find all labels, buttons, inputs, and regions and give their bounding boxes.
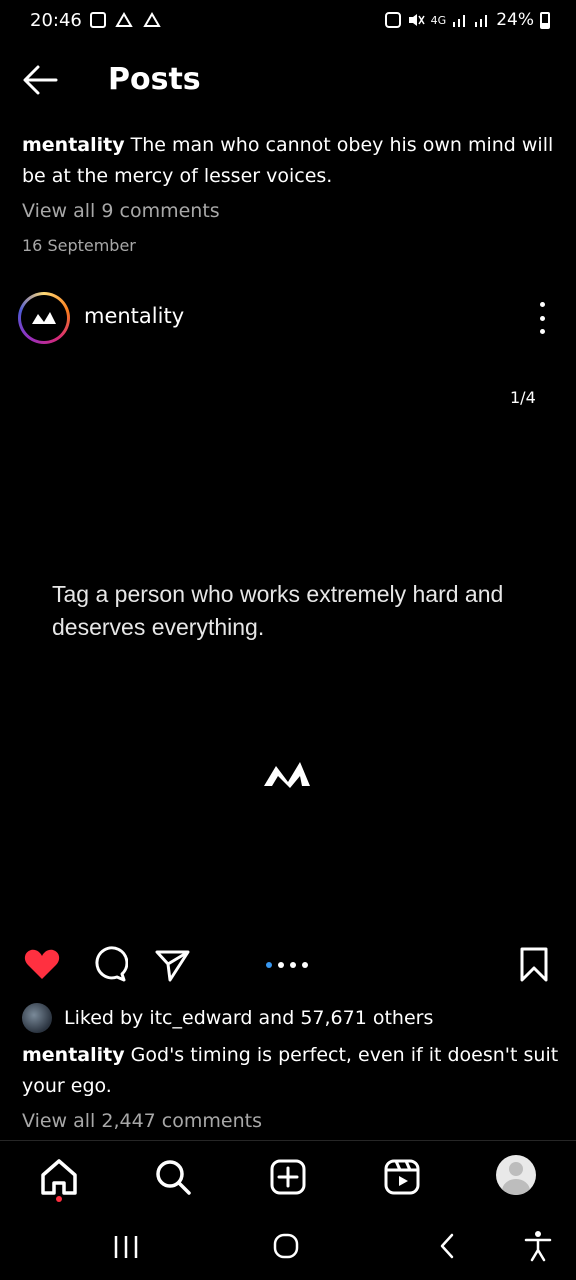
- post-date: 16 September: [22, 236, 136, 255]
- more-dot-icon: [539, 329, 545, 334]
- share-button[interactable]: [152, 944, 196, 988]
- home-button[interactable]: [266, 1228, 306, 1264]
- like-button[interactable]: [22, 944, 66, 988]
- liked-by-middle: and: [252, 1007, 301, 1029]
- status-right: 4G 24%: [384, 10, 550, 30]
- cloud-icon: [143, 12, 161, 27]
- back-button[interactable]: [20, 62, 64, 102]
- send-icon: [155, 950, 190, 982]
- mentality-logo-icon: [32, 312, 56, 324]
- arrow-left-icon: [23, 65, 58, 95]
- accessibility-icon: [524, 1231, 552, 1262]
- post-actions: [0, 944, 576, 994]
- view-comments-link[interactable]: View all 2,447 comments: [22, 1110, 262, 1132]
- nav-reels[interactable]: [380, 1155, 424, 1199]
- bottom-nav: [0, 1140, 576, 1211]
- previous-caption: mentality The man who cannot obey his ow…: [22, 130, 562, 192]
- more-dot-icon: [539, 302, 545, 307]
- page-title: Posts: [108, 62, 201, 97]
- nav-search[interactable]: [151, 1155, 195, 1199]
- comment-button[interactable]: [88, 944, 132, 988]
- recent-apps-button[interactable]: [106, 1228, 146, 1264]
- liked-by-count[interactable]: 57,671 others: [300, 1007, 433, 1029]
- liked-by-user[interactable]: itc_edward: [149, 1007, 252, 1029]
- accessibility-button[interactable]: [518, 1228, 558, 1264]
- home-icon: [41, 1159, 77, 1195]
- post-caption: mentality God's timing is perfect, even …: [22, 1040, 562, 1102]
- heart-icon: [24, 949, 60, 979]
- nav-create[interactable]: [266, 1155, 310, 1199]
- create-icon: [270, 1159, 306, 1195]
- liked-by-prefix: Liked by: [64, 1007, 150, 1029]
- status-time: 20:46: [30, 10, 82, 31]
- gallery-icon: [90, 12, 106, 28]
- reels-icon: [384, 1159, 420, 1195]
- battery-saver-icon: [384, 12, 401, 28]
- more-dot-icon: [539, 315, 545, 321]
- battery-percent: 24%: [496, 10, 534, 30]
- signal-icon: [475, 15, 488, 27]
- header: Posts: [0, 52, 576, 112]
- liked-by-row[interactable]: Liked by itc_edward and 57,671 others: [22, 1002, 433, 1034]
- network-type: 4G: [430, 13, 447, 27]
- avatar-logo: [21, 295, 67, 341]
- post-image-text: Tag a person who works extremely hard an…: [52, 581, 504, 640]
- nav-profile[interactable]: [496, 1155, 540, 1199]
- home-indicator-dot: [56, 1196, 62, 1202]
- cloud-icon: [115, 12, 133, 27]
- recent-apps-icon: [114, 1236, 138, 1258]
- carousel-dot: [266, 962, 272, 968]
- carousel-dot: [302, 962, 308, 968]
- search-icon: [156, 1160, 191, 1195]
- status-bar: 20:46 4G 24%: [0, 0, 576, 44]
- bookmark-icon: [520, 947, 548, 982]
- liker-avatar: [22, 1003, 52, 1033]
- post-logo-icon: [262, 758, 312, 790]
- home-button-icon: [273, 1233, 299, 1259]
- carousel-dots: [266, 962, 308, 968]
- view-comments-link[interactable]: View all 9 comments: [22, 200, 220, 222]
- back-button-icon: [440, 1233, 454, 1259]
- caption-username[interactable]: mentality: [22, 1044, 125, 1066]
- carousel-counter: 1/4: [510, 388, 536, 407]
- carousel-dot: [290, 962, 296, 968]
- system-nav: [0, 1212, 576, 1280]
- signal-icon: [453, 15, 466, 27]
- battery-icon: [540, 11, 550, 29]
- nav-home[interactable]: [37, 1155, 81, 1199]
- save-button[interactable]: [514, 944, 558, 988]
- avatar[interactable]: [18, 292, 70, 344]
- comment-icon: [95, 946, 129, 982]
- back-system-button[interactable]: [428, 1228, 468, 1264]
- caption-username[interactable]: mentality: [22, 134, 125, 156]
- more-options-button[interactable]: [530, 302, 554, 334]
- mute-icon: [408, 14, 425, 26]
- carousel-dot: [278, 962, 284, 968]
- post-username[interactable]: mentality: [84, 304, 184, 328]
- profile-icon: [496, 1155, 536, 1195]
- post-header: mentality: [0, 288, 576, 350]
- notification-icons: [90, 12, 162, 28]
